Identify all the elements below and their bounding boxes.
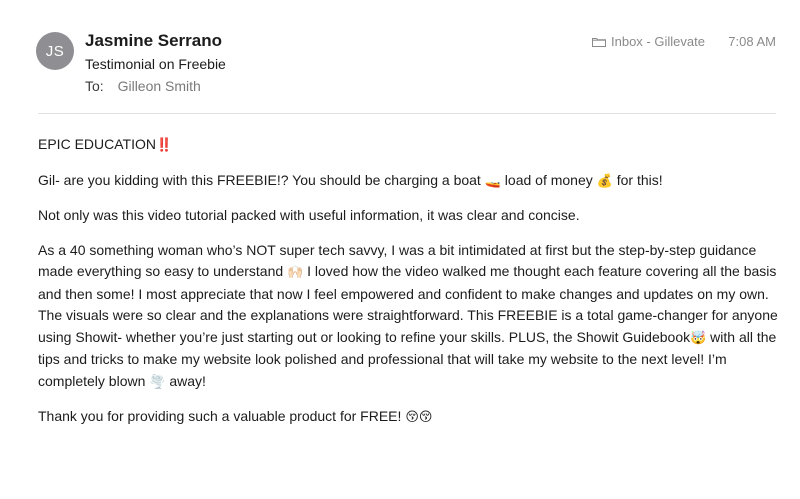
paragraph-text: Gil- are you kidding with this FREEBIE!?… (38, 171, 485, 188)
email-subject: Testimonial on Freebie (85, 56, 226, 72)
received-time: 7:08 AM (728, 34, 776, 49)
sender-name[interactable]: Jasmine Serrano (85, 31, 222, 51)
header-divider (38, 113, 776, 114)
recipient-row: To: Gilleon Smith (85, 78, 201, 94)
mailbox-name: Inbox - Gillevate (611, 34, 705, 49)
money-bag-icon: 💰 (596, 173, 613, 189)
paragraph-freebie: Gil- are you kidding with this FREEBIE!?… (38, 170, 790, 193)
paragraph-text: away! (165, 372, 206, 389)
paragraph-text: Thank you for providing such a valuable … (38, 408, 406, 424)
paragraph-heading: EPIC EDUCATION‼️ (38, 134, 790, 157)
mailbox-label[interactable]: Inbox - Gillevate (592, 34, 705, 49)
paragraph-tutorial: Not only was this video tutorial packed … (38, 207, 580, 223)
paragraph-text: load of money (500, 171, 597, 188)
paragraph-testimonial: As a 40 something woman who’s NOT super … (38, 240, 790, 394)
mind-blown-icon: 🤯 (690, 330, 707, 346)
to-label: To: (85, 78, 104, 94)
recipient-name[interactable]: Gilleon Smith (118, 78, 201, 94)
double-exclamation-icon: ‼️ (155, 138, 173, 153)
email-body: EPIC EDUCATION‼️ Gil- are you kidding wi… (38, 134, 790, 442)
heading-text: EPIC EDUCATION (38, 136, 156, 152)
raised-hands-icon: 🙌🏻 (287, 265, 304, 280)
email-header: JS Jasmine Serrano Testimonial on Freebi… (0, 0, 800, 113)
folder-icon (592, 37, 606, 47)
paragraph-text: for this! (612, 171, 663, 188)
boat-icon: 🚤 (484, 173, 501, 189)
paragraph-thanks: Thank you for providing such a valuable … (38, 406, 790, 429)
kissing-face-icon: 😚😚 (405, 410, 433, 425)
tornado-icon: 🌪️ (149, 374, 166, 390)
avatar[interactable]: JS (36, 32, 74, 70)
